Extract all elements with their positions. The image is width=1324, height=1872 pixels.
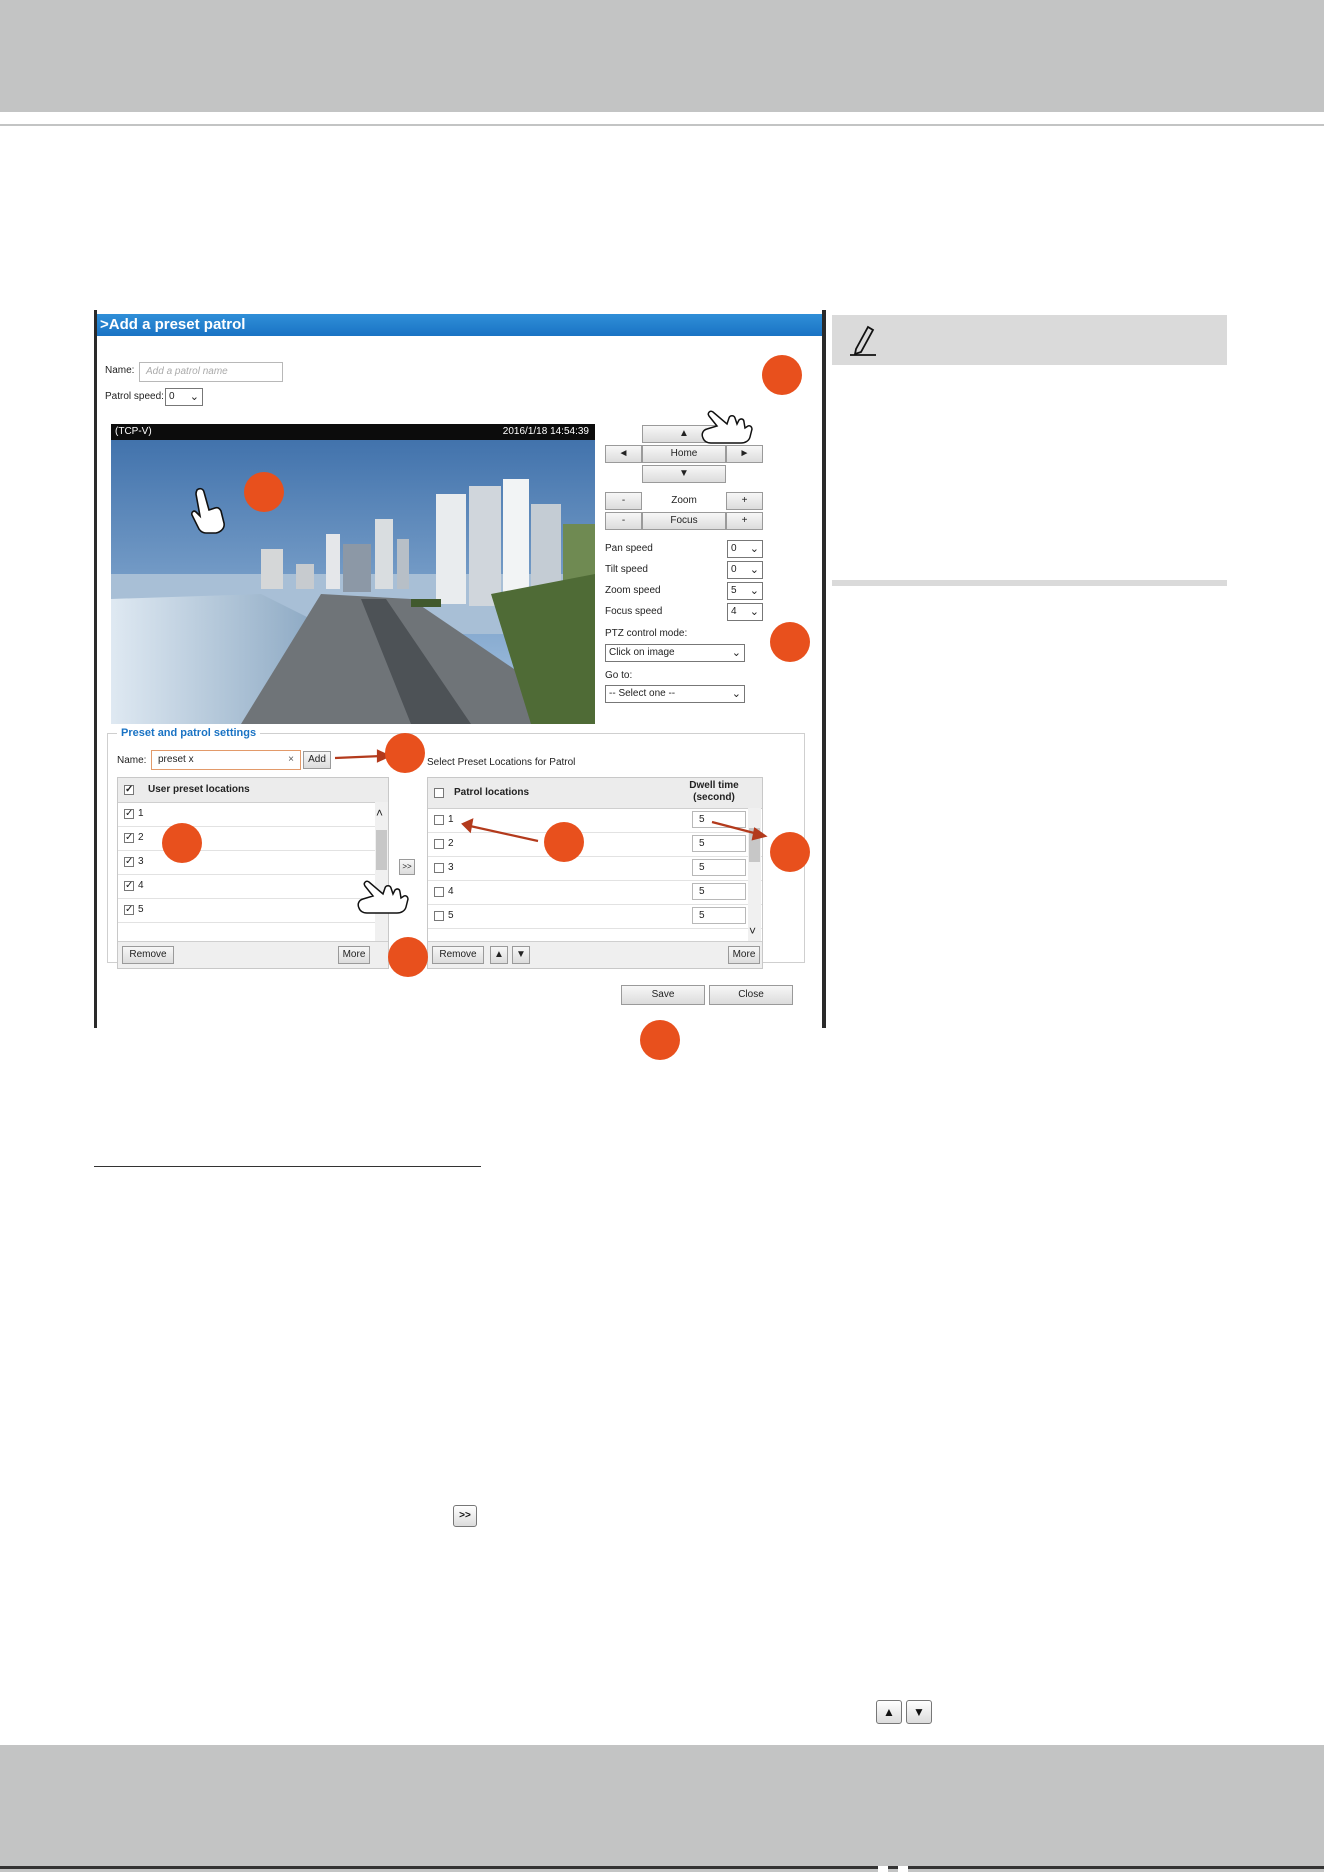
page-mark xyxy=(898,1866,908,1872)
callout-circle xyxy=(388,937,428,977)
callout-circle xyxy=(244,472,284,512)
note-divider xyxy=(832,580,1227,586)
section-underline xyxy=(94,1166,481,1167)
note-box xyxy=(832,315,1227,365)
callout-circle xyxy=(385,733,425,773)
page-mark xyxy=(878,1866,888,1872)
arrow-line xyxy=(469,824,539,843)
callout-circle xyxy=(640,1020,680,1060)
annotation-arrows xyxy=(334,749,768,843)
transfer-button-illustration: >> xyxy=(453,1505,477,1527)
page-number-marks xyxy=(878,1866,918,1872)
page-footer-band xyxy=(0,1745,1324,1872)
arrow-head xyxy=(751,827,768,841)
move-down-icon-illustration: ▼ xyxy=(906,1700,932,1724)
pencil-icon xyxy=(850,325,876,356)
callout-circle xyxy=(162,823,202,863)
footer-rule xyxy=(0,1866,1324,1869)
arrow-line xyxy=(334,754,383,760)
callout-circle xyxy=(770,832,810,872)
callout-circle xyxy=(544,822,584,862)
callout-circle xyxy=(770,622,810,662)
move-up-icon-illustration: ▲ xyxy=(876,1700,902,1724)
arrow-head xyxy=(461,818,474,834)
callout-circle xyxy=(762,355,802,395)
arrow-line xyxy=(711,820,759,836)
